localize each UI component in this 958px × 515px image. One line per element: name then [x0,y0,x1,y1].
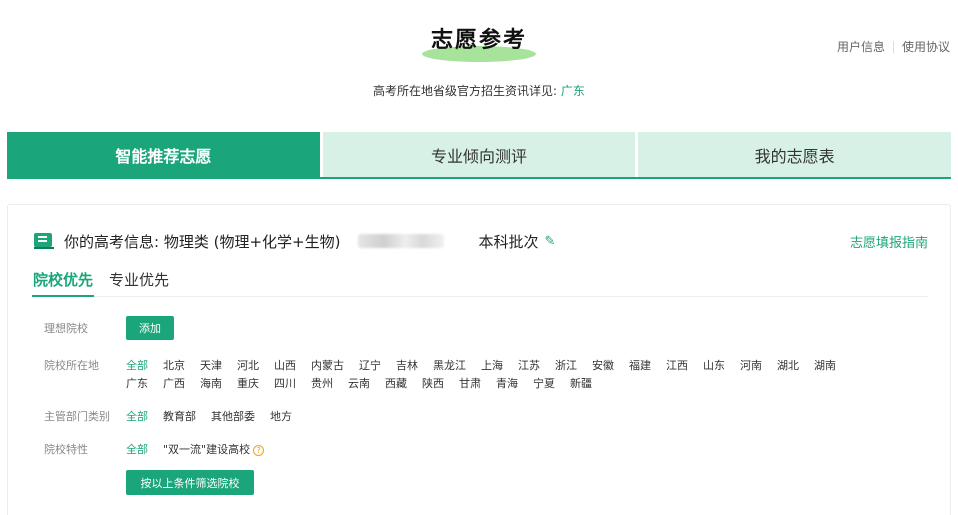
filter-option[interactable]: 全部 [126,441,148,457]
department-options: 全部 教育部 其他部委 地方 [126,408,307,424]
feature-options: 全部 "双一流"建设高校? [126,441,279,457]
top-links: 用户信息 使用协议 [837,38,950,55]
filter-option[interactable]: 西藏 [385,375,407,391]
filter-option[interactable]: 江西 [666,357,688,373]
tab-smart-recommend[interactable]: 智能推荐志愿 [7,132,320,177]
filter-schools-button[interactable]: 按以上条件筛选院校 [126,470,254,495]
user-info-link[interactable]: 用户信息 [837,38,885,55]
filter-option[interactable]: 福建 [629,357,651,373]
filter-option[interactable]: 地方 [270,408,292,424]
filter-option[interactable]: 上海 [481,357,503,373]
filter-option[interactable]: 安徽 [592,357,614,373]
add-button[interactable]: 添加 [126,316,174,340]
subtab-major-first[interactable]: 专业优先 [108,269,170,297]
sub-tabs: 院校优先 专业优先 [32,269,928,297]
divider [892,40,894,53]
filter-option[interactable]: 湖北 [777,357,799,373]
location-options-line2: 广东 广西 海南 重庆 四川 贵州 云南 西藏 陕西 甘肃 青海 宁夏 新疆 [126,375,607,391]
filter-option[interactable]: 山东 [703,357,725,373]
filter-option[interactable]: 贵州 [311,375,333,391]
filter-option[interactable]: 河南 [740,357,762,373]
tab-major-test[interactable]: 专业倾向测评 [322,132,636,177]
filter-option[interactable]: 天津 [200,357,222,373]
province-link[interactable]: 广东 [561,84,585,98]
filter-option[interactable]: 全部 [126,357,148,373]
terms-link[interactable]: 使用协议 [902,38,950,55]
filter-option[interactable]: 广西 [163,375,185,391]
help-icon[interactable]: ? [253,444,265,456]
guide-link[interactable]: 志愿填报指南 [850,232,928,251]
filter-option[interactable]: 新疆 [570,375,592,391]
batch-label: 本科批次 [478,232,539,251]
main-tabs: 智能推荐志愿 专业倾向测评 我的志愿表 [7,132,952,179]
book-icon [34,233,54,249]
subtab-school-first[interactable]: 院校优先 [32,269,95,297]
filter-option[interactable]: 甘肃 [459,375,481,391]
filter-option[interactable]: 河北 [237,357,259,373]
location-options-line1: 全部 北京 天津 河北 山西 内蒙古 辽宁 吉林 黑龙江 上海 江苏 浙江 安徽 福建 江西 山东 河南 湖北 湖南 [126,357,851,373]
official-info-line: 高考所在地省级官方招生资讯详见: 广东 [0,82,958,99]
filter-option[interactable]: 云南 [348,375,370,391]
filter-option[interactable]: 全部 [126,408,148,424]
filter-option[interactable]: 海南 [200,375,222,391]
filter-option[interactable]: 内蒙古 [311,357,344,373]
department-label: 主管部门类别 [44,410,110,423]
filter-option[interactable]: 重庆 [237,375,259,391]
filter-option[interactable]: 江苏 [518,357,540,373]
filter-option[interactable]: 其他部委 [211,408,255,424]
filter-option[interactable]: 湖南 [814,357,836,373]
exam-info-row: 你的高考信息: 物理类 (物理+化学+生物) 本科批次 ✎ 志愿填报指南 [34,231,928,251]
pencil-icon[interactable]: ✎ [544,234,555,249]
filter-option[interactable]: 浙江 [555,357,577,373]
features-label: 院校特性 [44,443,88,456]
filter-option[interactable]: 四川 [274,375,296,391]
filter-option[interactable]: 宁夏 [533,375,555,391]
tab-my-list[interactable]: 我的志愿表 [638,132,952,177]
filter-option[interactable]: 黑龙江 [433,357,466,373]
filter-option[interactable]: 青海 [496,375,518,391]
filter-option[interactable]: 山西 [274,357,296,373]
filter-option[interactable]: 辽宁 [359,357,381,373]
filter-option[interactable]: "双一流"建设高校? [163,441,265,457]
exam-info-text: 你的高考信息: 物理类 (物理+化学+生物) [64,232,341,251]
page-title: 志愿参考 [430,28,527,53]
filter-panel: 你的高考信息: 物理类 (物理+化学+生物) 本科批次 ✎ 志愿填报指南 院校优… [7,204,951,515]
official-info-text: 高考所在地省级官方招生资讯详见: [373,84,558,98]
filter-option[interactable]: 北京 [163,357,185,373]
filter-option[interactable]: 教育部 [163,408,196,424]
filter-option[interactable]: 广东 [126,375,148,391]
blurred-score [358,234,445,248]
ideal-schools-label: 理想院校 [44,322,88,335]
filter-option[interactable]: 吉林 [396,357,418,373]
location-label: 院校所在地 [44,359,99,372]
filter-option[interactable]: 陕西 [422,375,444,391]
